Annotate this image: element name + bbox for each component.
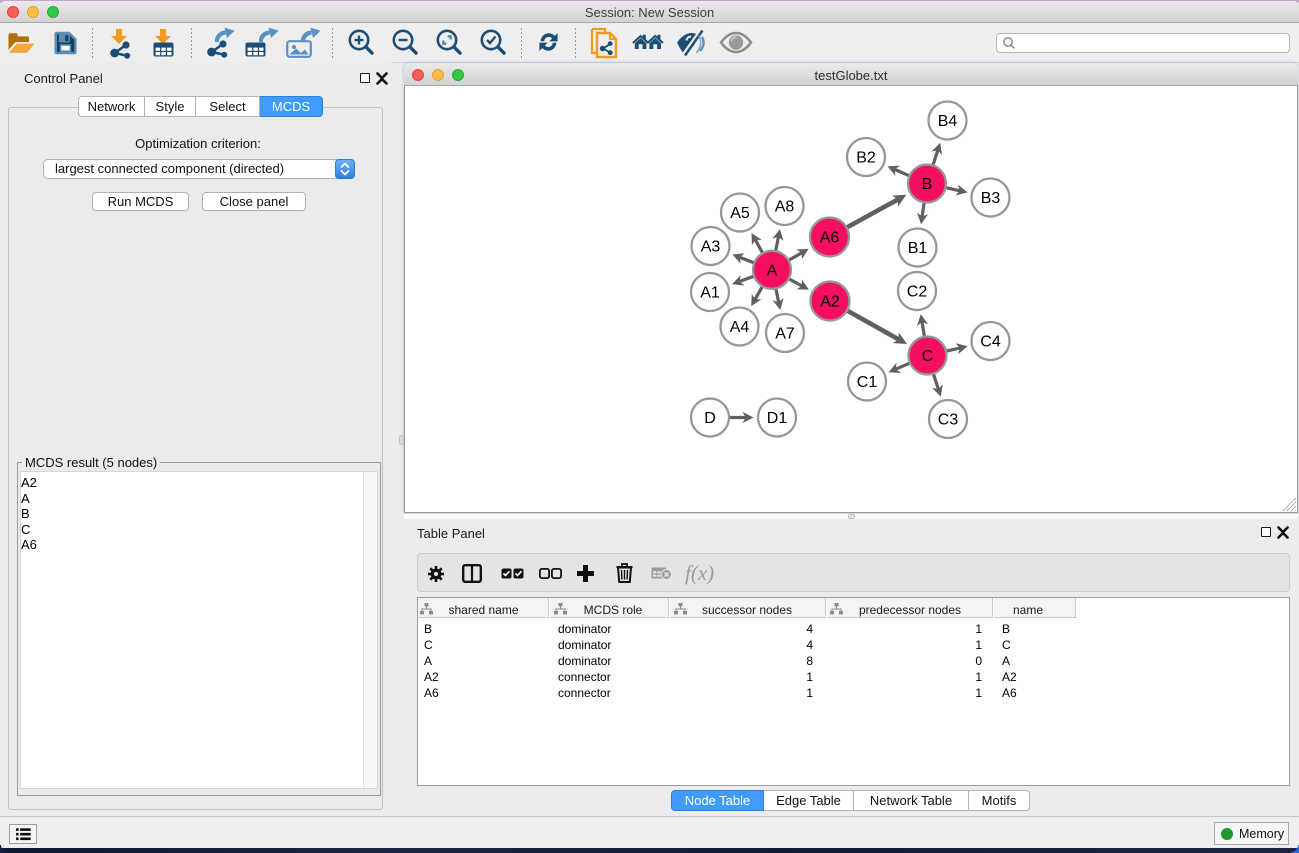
svg-text:C2: C2 (907, 284, 928, 301)
svg-text:B1: B1 (908, 240, 928, 257)
svg-text:B2: B2 (856, 150, 876, 167)
svg-text:C: C (922, 348, 934, 365)
svg-text:A5: A5 (730, 205, 750, 222)
svg-text:B3: B3 (981, 190, 1001, 207)
svg-text:C4: C4 (980, 334, 1001, 351)
svg-text:A8: A8 (775, 199, 795, 216)
svg-text:A1: A1 (700, 285, 720, 302)
svg-text:A2: A2 (820, 294, 840, 311)
svg-text:A7: A7 (775, 326, 795, 343)
svg-text:C3: C3 (938, 412, 959, 429)
svg-text:D1: D1 (767, 410, 788, 427)
svg-text:A: A (767, 262, 778, 279)
svg-text:C1: C1 (857, 374, 878, 391)
svg-text:A6: A6 (820, 230, 840, 247)
svg-text:A3: A3 (701, 239, 721, 256)
svg-text:B4: B4 (938, 113, 958, 130)
svg-text:A4: A4 (730, 319, 750, 336)
svg-text:D: D (704, 410, 716, 427)
svg-text:B: B (922, 176, 933, 193)
